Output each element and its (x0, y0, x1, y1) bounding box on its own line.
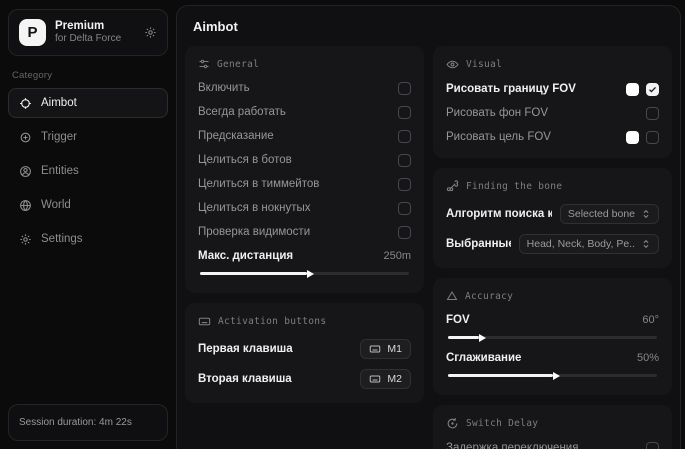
slider-thumb[interactable] (479, 334, 486, 342)
switch-delay-checkbox[interactable] (646, 442, 659, 449)
first-key-button[interactable]: M1 (360, 339, 411, 359)
timer-icon (446, 417, 459, 430)
fov-background-checkbox[interactable] (646, 107, 659, 120)
fov-target-checkbox[interactable] (646, 131, 659, 144)
user-circle-icon (19, 165, 32, 178)
sidebar-item-label: Trigger (41, 131, 77, 143)
second-key-button[interactable]: M2 (360, 369, 411, 389)
general-panel: General Включить Всегда работать Предска… (185, 46, 424, 293)
crosshair-icon (19, 97, 32, 110)
setting-row-target-bots: Целиться в ботов (198, 153, 411, 167)
setting-row-target-teammates: Целиться в тиммейтов (198, 177, 411, 191)
fov-background-row: Рисовать фон FOV (446, 106, 659, 120)
bone-icon (446, 180, 459, 193)
app-logo: P (19, 19, 46, 46)
target-bots-checkbox[interactable] (398, 154, 411, 167)
slider-thumb[interactable] (553, 372, 560, 380)
panel-title: General (217, 59, 259, 70)
keyboard-icon (369, 373, 381, 385)
fov-target-row: Рисовать цель FOV (446, 130, 659, 144)
sidebar-item-label: World (41, 199, 71, 211)
panel-title: Activation buttons (218, 316, 326, 327)
sidebar: P Premium for Delta Force Category Aimbo… (0, 0, 176, 449)
sidebar-item-label: Entities (41, 165, 79, 177)
bone-algorithm-row: Алгоритм поиска кост Selected bone (446, 204, 659, 224)
chevron-up-down-icon (641, 239, 651, 249)
visual-panel: Visual Рисовать границу FOV Рисовать фон… (433, 46, 672, 158)
prediction-checkbox[interactable] (398, 130, 411, 143)
check-icon (648, 85, 657, 94)
smoothing-slider[interactable] (448, 374, 657, 377)
keyboard-icon (369, 343, 381, 355)
sidebar-item-settings[interactable]: Settings (8, 224, 168, 254)
globe-icon (19, 199, 32, 212)
gear-icon[interactable] (144, 26, 157, 39)
max-distance-slider[interactable] (200, 272, 409, 275)
fov-border-row: Рисовать границу FOV (446, 82, 659, 96)
panel-title: Finding the bone (466, 181, 562, 192)
second-key-row: Вторая клавиша M2 (198, 369, 411, 389)
selected-bones-dropdown[interactable]: Head, Neck, Body, Pe.. (519, 234, 659, 254)
triangle-icon (446, 290, 458, 302)
enable-checkbox[interactable] (398, 82, 411, 95)
selected-bones-row: Выбранные кос Head, Neck, Body, Pe.. (446, 234, 659, 254)
sidebar-item-entities[interactable]: Entities (8, 156, 168, 186)
scope-icon (19, 131, 32, 144)
slider-thumb[interactable] (307, 270, 314, 278)
page-title: Aimbot (193, 19, 664, 34)
setting-row-target-knocked: Целиться в нокнутых (198, 201, 411, 215)
panel-title: Visual (466, 59, 502, 70)
first-key-row: Первая клавиша M1 (198, 339, 411, 359)
chevron-up-down-icon (641, 209, 651, 219)
visibility-check-checkbox[interactable] (398, 226, 411, 239)
eye-icon (446, 58, 459, 71)
session-duration: Session duration: 4m 22s (8, 404, 168, 441)
main-panel: Aimbot General Включить Всегда работать (176, 5, 681, 449)
gear-icon (19, 233, 32, 246)
activation-buttons-panel: Activation buttons Первая клавиша M1 Вто… (185, 303, 424, 403)
panel-title: Switch Delay (466, 418, 538, 429)
setting-row-enable: Включить (198, 81, 411, 95)
max-distance-value: 250m (383, 250, 411, 262)
panel-title: Accuracy (465, 291, 513, 302)
fov-border-checkbox[interactable] (646, 83, 659, 96)
finding-bone-panel: Finding the bone Алгоритм поиска кост Se… (433, 168, 672, 268)
category-label: Category (12, 70, 164, 81)
fov-target-color-swatch[interactable] (626, 131, 639, 144)
sidebar-item-trigger[interactable]: Trigger (8, 122, 168, 152)
sidebar-item-label: Aimbot (41, 97, 77, 109)
keyboard-icon (198, 315, 211, 328)
always-work-checkbox[interactable] (398, 106, 411, 119)
smoothing-value: 50% (637, 352, 659, 364)
setting-row-visibility-check: Проверка видимости (198, 225, 411, 239)
max-distance-slider-group: Макс. дистанция 250m (198, 249, 411, 275)
sidebar-item-world[interactable]: World (8, 190, 168, 220)
target-knocked-checkbox[interactable] (398, 202, 411, 215)
premium-title: Premium (55, 19, 135, 33)
premium-subtitle: for Delta Force (55, 33, 135, 46)
fov-slider-group: FOV 60° (446, 313, 659, 339)
setting-row-always-work: Всегда работать (198, 105, 411, 119)
sidebar-item-aimbot[interactable]: Aimbot (8, 88, 168, 118)
target-teammates-checkbox[interactable] (398, 178, 411, 191)
premium-card: P Premium for Delta Force (8, 9, 168, 56)
switch-delay-panel: Switch Delay Задержка переключения Задер… (433, 405, 672, 449)
setting-row-prediction: Предсказание (198, 129, 411, 143)
sliders-icon (198, 58, 210, 70)
accuracy-panel: Accuracy FOV 60° Сглаживание (433, 278, 672, 395)
switch-delay-enable-row: Задержка переключения (446, 441, 659, 449)
fov-slider[interactable] (448, 336, 657, 339)
fov-border-color-swatch[interactable] (626, 83, 639, 96)
smoothing-slider-group: Сглаживание 50% (446, 351, 659, 377)
bone-algorithm-dropdown[interactable]: Selected bone (560, 204, 659, 224)
sidebar-item-label: Settings (41, 233, 83, 245)
fov-value: 60° (642, 314, 659, 326)
